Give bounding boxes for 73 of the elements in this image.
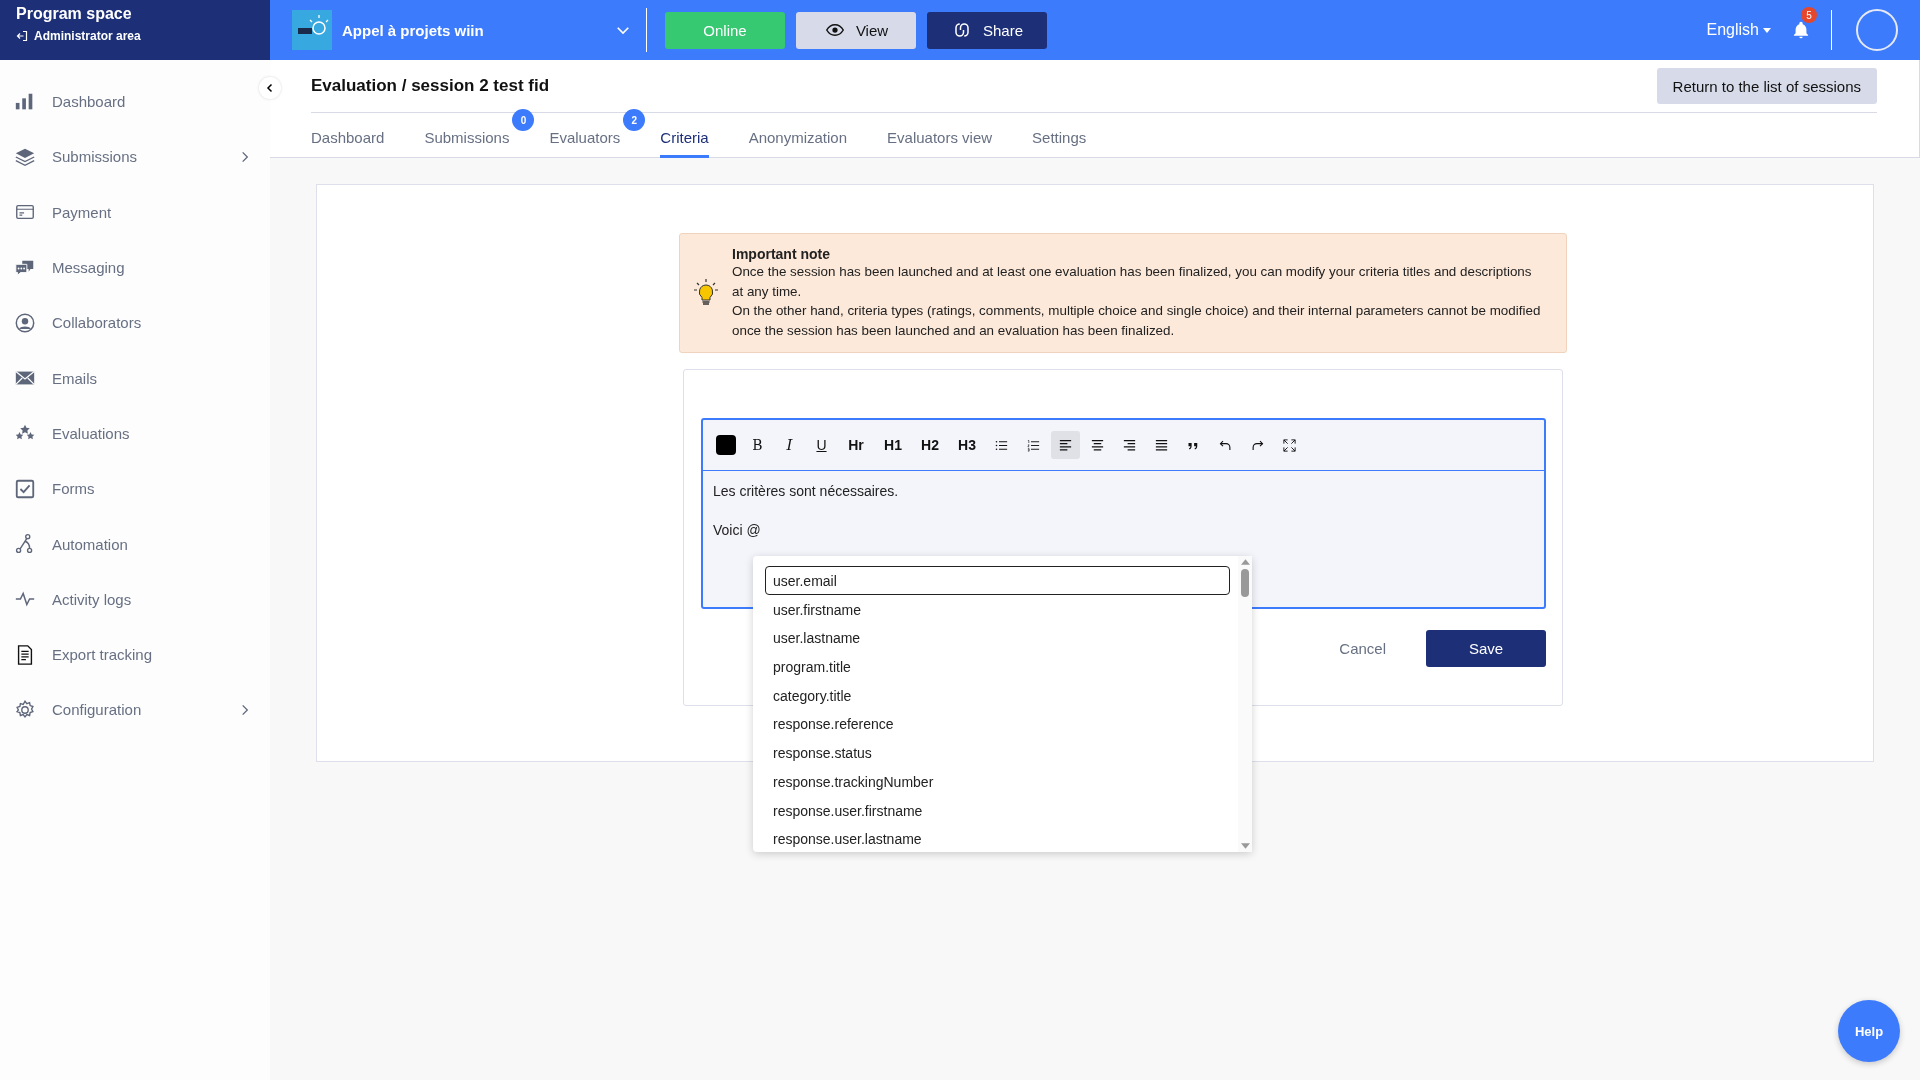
sidebar-item[interactable]: Export tracking [0, 626, 270, 683]
align-right-icon [1122, 437, 1137, 453]
sidebar-item[interactable]: Configuration [0, 682, 270, 738]
align-center-icon [1090, 437, 1105, 453]
view-button[interactable]: View [796, 11, 916, 49]
heading-button[interactable]: Hr [839, 431, 873, 459]
heading-button[interactable]: H1 [876, 431, 910, 459]
editor-text: Voici @ [713, 522, 762, 538]
eye-icon [823, 21, 846, 39]
sidebar-item[interactable]: Evaluations [0, 405, 270, 462]
sidebar-item[interactable]: Emails [0, 350, 270, 406]
align-left-icon [1058, 437, 1073, 453]
heading-button[interactable]: H3 [950, 431, 984, 459]
sidebar-item[interactable]: Dashboard [0, 74, 270, 130]
sidebar-item[interactable]: Collaborators [0, 295, 270, 351]
page-title: Evaluation / session 2 test fid [311, 76, 550, 96]
note-title: Important note [732, 246, 831, 262]
light-bulb-icon [694, 278, 718, 308]
sidebar-item[interactable]: Automation [0, 516, 270, 572]
suggestion-item[interactable]: response.user.lastname [765, 824, 1230, 853]
note-text: On the other hand, criteria types (ratings, comments, multiple choice and single choice) and their internal parameters cannot be modified once the session has been launched and an evaluation has been finalized. [732, 302, 1542, 340]
collapse-sidebar-button[interactable] [259, 77, 281, 99]
suggestion-item[interactable]: response.reference [765, 709, 1230, 739]
numbered-list-icon [1026, 437, 1041, 453]
tab[interactable]: Anonymization [748, 129, 848, 158]
program-space-title: Program space [16, 5, 132, 23]
heading-button[interactable]: H2 [913, 431, 947, 459]
scrollbar-thumb[interactable] [1241, 569, 1249, 597]
sidebar-item[interactable]: Payment [0, 184, 270, 240]
program-logo-icon [292, 10, 332, 50]
align-left-button[interactable] [1051, 431, 1080, 459]
share-button[interactable]: Share [927, 11, 1047, 49]
sidebar-item[interactable]: Submissions [0, 129, 270, 185]
count-badge: 2 [623, 109, 646, 131]
suggestion-item[interactable]: program.title [765, 652, 1230, 681]
sidebar-item[interactable]: Activity logs [0, 571, 270, 627]
checkbox-icon [14, 477, 36, 500]
bell-icon[interactable] [1791, 19, 1811, 41]
suggestion-item[interactable]: user.lastname [765, 623, 1230, 653]
language-dropdown[interactable]: English [1700, 20, 1777, 40]
suggestion-item[interactable]: user.email [765, 566, 1230, 595]
cancel-button[interactable]: Cancel [1331, 640, 1394, 657]
caret-down-icon [1763, 27, 1771, 33]
justify-icon [1154, 437, 1169, 453]
exit-arrow-icon [16, 30, 28, 42]
return-button[interactable]: Return to the list of sessions [1656, 68, 1877, 104]
tab[interactable]: Criteria [660, 129, 709, 158]
suggestion-item[interactable]: user.firstname [765, 594, 1230, 624]
user-circle-icon [14, 311, 36, 334]
help-button[interactable]: Help [1838, 1000, 1900, 1062]
suggestion-item[interactable]: response.user.firstname [765, 795, 1230, 825]
scroll-up-arrow-icon[interactable] [1240, 559, 1250, 565]
suggestion-item[interactable]: response.status [765, 738, 1230, 767]
scroll-down-arrow-icon[interactable] [1240, 843, 1250, 849]
tab[interactable]: Settings [1032, 129, 1087, 158]
suggestion-item[interactable]: response.trackingNumber [765, 766, 1230, 796]
sidebar-item[interactable]: Forms [0, 461, 270, 517]
save-button[interactable]: Save [1426, 630, 1546, 667]
tab[interactable]: Evaluators view [887, 129, 993, 158]
sidebar-item[interactable]: Messaging [0, 239, 270, 296]
fullscreen-icon [1282, 437, 1297, 453]
bold-button[interactable]: B [743, 431, 772, 459]
note-text: Once the session has been launched and at least one evaluation has been finalized, you can modify your criteria titles and descriptions at any time. [732, 263, 1533, 301]
count-badge: 0 [512, 109, 535, 131]
notification-badge: 5 [1801, 7, 1817, 23]
italic-button[interactable]: I [775, 431, 804, 459]
administrator-area-link[interactable]: Administrator area [16, 29, 141, 43]
suggestion-item[interactable]: category.title [765, 680, 1230, 710]
tab[interactable]: Dashboard [311, 129, 385, 158]
avatar[interactable] [1856, 9, 1898, 51]
underline-button[interactable]: U [807, 431, 836, 459]
editor-text: Les critères sont nécessaires. [713, 483, 900, 499]
program-selector[interactable]: Appel à projets wiin [292, 10, 632, 50]
